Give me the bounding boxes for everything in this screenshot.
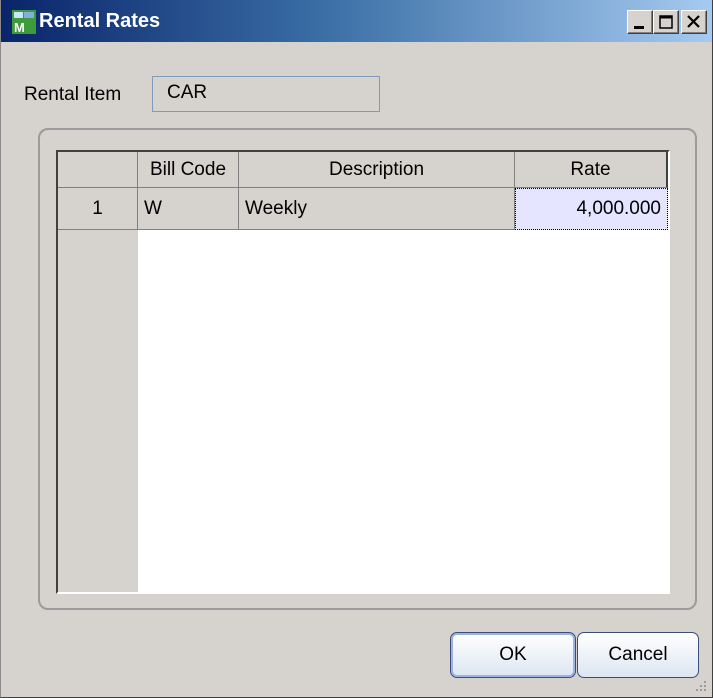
column-header-bill-code[interactable]: Bill Code bbox=[138, 152, 239, 188]
cell-bill-code[interactable]: W bbox=[138, 188, 239, 230]
ok-label: OK bbox=[499, 644, 527, 665]
svg-text:M: M bbox=[14, 20, 25, 35]
ok-button[interactable]: OK bbox=[450, 632, 576, 678]
column-header-rate[interactable]: Rate bbox=[515, 152, 668, 188]
rates-grid[interactable]: Bill Code Description Rate 1 W Weekly 4,… bbox=[56, 150, 670, 594]
rental-rates-dialog: M Rental Rates Rental Item CAR Bill Code… bbox=[0, 0, 713, 698]
maximize-icon bbox=[659, 15, 673, 29]
cell-rate[interactable]: 4,000.000 bbox=[515, 188, 668, 230]
table-row[interactable]: 1 W Weekly 4,000.000 bbox=[58, 188, 668, 230]
cancel-button[interactable]: Cancel bbox=[577, 632, 699, 678]
minimize-button[interactable] bbox=[627, 10, 653, 34]
rental-item-field[interactable]: CAR bbox=[152, 76, 380, 112]
title-bar[interactable]: M Rental Rates bbox=[1, 0, 712, 42]
maximize-button[interactable] bbox=[653, 10, 679, 34]
window-title: Rental Rates bbox=[39, 10, 161, 32]
rental-item-label: Rental Item bbox=[24, 84, 122, 105]
corner-header bbox=[58, 152, 138, 188]
app-icon: M bbox=[12, 10, 36, 35]
column-header-description[interactable]: Description bbox=[239, 152, 515, 188]
cell-description[interactable]: Weekly bbox=[239, 188, 515, 230]
cancel-label: Cancel bbox=[608, 644, 668, 665]
minimize-icon bbox=[634, 26, 644, 29]
close-icon bbox=[687, 15, 700, 28]
resize-grip-icon[interactable] bbox=[692, 677, 708, 693]
close-button[interactable] bbox=[681, 10, 707, 34]
row-number[interactable]: 1 bbox=[58, 188, 138, 230]
